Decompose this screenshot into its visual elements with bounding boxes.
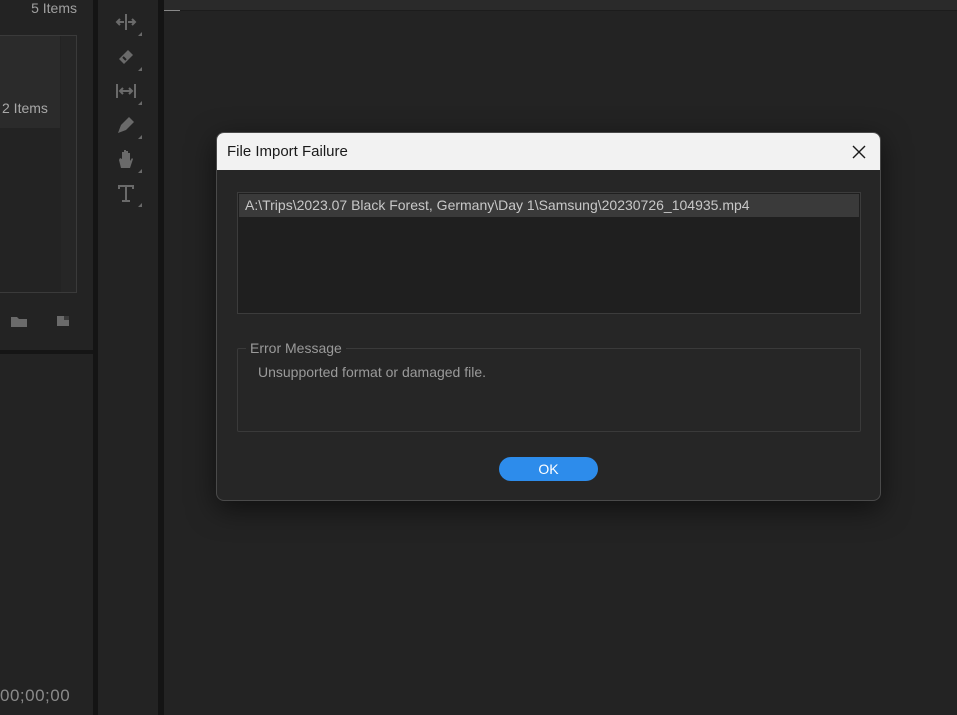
close-button[interactable] [846,139,872,165]
bin-items-count: 2 Items [2,100,48,116]
error-text: Unsupported format or damaged file. [258,364,487,380]
app-window: 5 Items 2 Items 00;00;00 File Import Fai… [0,0,957,715]
hand-icon[interactable] [114,147,142,173]
items-count-label: 5 Items [31,0,77,16]
folder-icon[interactable] [10,314,28,328]
panel-divider[interactable] [0,350,93,354]
new-item-icon[interactable] [54,314,72,328]
razor-icon[interactable] [114,45,142,71]
bin-list [0,35,77,293]
panel-bottom-toolbar [10,314,72,328]
bin-scrollbar[interactable] [61,36,76,292]
slip-icon[interactable] [114,79,142,105]
error-group-label: Error Message [246,340,346,356]
close-icon [852,145,866,159]
type-icon[interactable] [114,181,142,207]
pen-icon[interactable] [114,113,142,139]
tools-panel [98,0,158,715]
error-message-group: Error Message Unsupported format or dama… [237,340,861,432]
ruler-tick [164,10,180,11]
dialog-titlebar[interactable]: File Import Failure [217,133,880,170]
list-item[interactable]: A:\Trips\2023.07 Black Forest, Germany\D… [239,194,859,217]
monitor-toolbar [164,0,957,11]
file-path: A:\Trips\2023.07 Black Forest, Germany\D… [245,197,750,213]
project-panel: 5 Items 2 Items 00;00;00 [0,0,93,715]
timecode-display[interactable]: 00;00;00 [0,686,70,706]
ok-button[interactable]: OK [499,457,598,481]
ripple-edit-icon[interactable] [114,10,142,36]
file-import-failure-dialog: File Import Failure A:\Trips\2023.07 Bla… [216,132,881,501]
failed-files-list[interactable]: A:\Trips\2023.07 Black Forest, Germany\D… [237,192,861,314]
dialog-title: File Import Failure [227,143,348,160]
